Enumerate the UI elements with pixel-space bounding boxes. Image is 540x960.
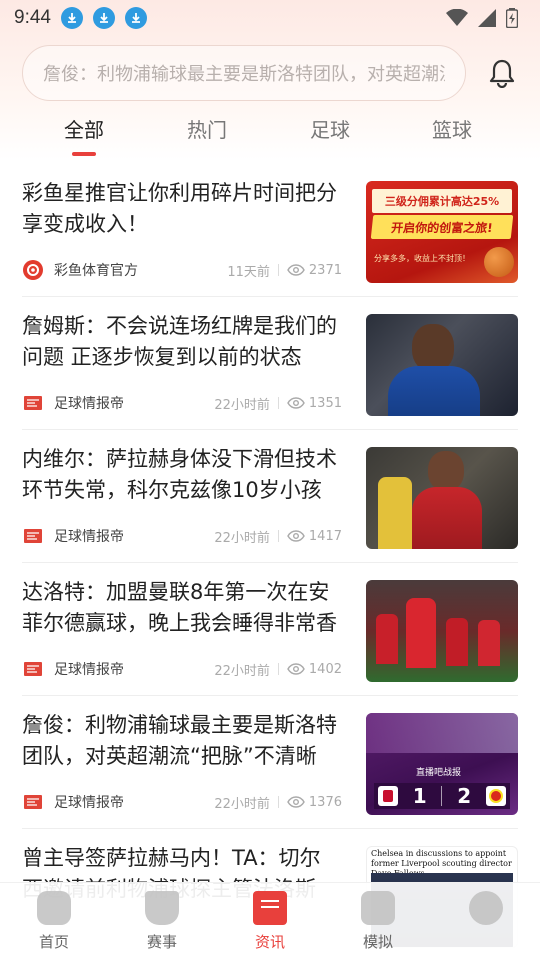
- news-thumbnail-photo: [366, 314, 518, 416]
- view-count-value: 1351: [308, 395, 342, 411]
- away-score: 2: [457, 784, 472, 808]
- source-name: 足球情报帝: [54, 396, 124, 412]
- source-logo-icon: [24, 662, 42, 676]
- news-title: 詹姆斯：不会说连场红牌是我们的问题 正逐步恢复到以前的状态: [22, 314, 337, 369]
- man-utd-crest-icon: [485, 786, 506, 806]
- news-thumbnail-promo: 三级分佣累计高达25% 开启你的创富之旅! 分享多多，收益上不封顶！: [366, 181, 518, 283]
- meta-divider: [277, 796, 279, 808]
- news-title: 内维尔：萨拉赫身体没下滑但技术环节失常，科尔克兹像10岁小孩: [22, 447, 337, 502]
- nav-news[interactable]: 资讯: [225, 891, 315, 952]
- news-item[interactable]: 詹姆斯：不会说连场红牌是我们的问题 正逐步恢复到以前的状态 足球情报帝 22小时…: [22, 297, 518, 430]
- source-name: 足球情报帝: [54, 795, 124, 811]
- view-count-value: 1376: [308, 794, 342, 810]
- news-item[interactable]: 达洛特：加盟曼联8年第一次在安菲尔德赢球，晚上我会睡得非常香 足球情报帝 22小…: [22, 563, 518, 696]
- news-meta: 足球情报帝 22小时前 1402: [22, 657, 342, 681]
- nav-label: 首页: [38, 933, 69, 951]
- status-time: 9:44: [14, 7, 51, 28]
- download-icon: [60, 7, 83, 29]
- nav-label: 资讯: [254, 933, 285, 951]
- view-count: 1402: [287, 662, 342, 677]
- nav-home[interactable]: 首页: [9, 891, 99, 952]
- news-meta: 足球情报帝 22小时前 1417: [22, 524, 342, 548]
- nav-label: 赛事: [146, 933, 177, 951]
- nav-label: 模拟: [362, 933, 393, 951]
- tab-basketball[interactable]: 篮球: [407, 114, 497, 143]
- news-item[interactable]: 詹俊：利物浦输球最主要是斯洛特团队，对英超潮流“把脉”不清晰 足球情报帝 22小…: [22, 696, 518, 829]
- meta-divider: [277, 530, 279, 542]
- news-thumbnail-photo: [366, 447, 518, 549]
- category-tabs: 全部 热门 足球 篮球: [0, 108, 540, 160]
- publish-time: 22小时前: [214, 663, 270, 679]
- tab-football[interactable]: 足球: [285, 114, 375, 143]
- home-score: 1: [412, 784, 427, 808]
- publish-time: 22小时前: [214, 796, 270, 812]
- eye-icon: [287, 530, 305, 542]
- profile-icon: [469, 891, 503, 925]
- eye-icon: [287, 397, 305, 409]
- bottom-nav: 首页 赛事 资讯 模拟: [0, 882, 540, 960]
- view-count: 1376: [287, 795, 342, 810]
- meta-divider: [277, 264, 279, 276]
- source-logo-icon: [24, 396, 42, 410]
- scoreboard-label: 直播吧战报: [416, 768, 462, 778]
- status-bar: 9:44: [0, 0, 540, 36]
- publish-time: 22小时前: [214, 530, 270, 546]
- notification-bell-icon[interactable]: [486, 57, 518, 89]
- promo-line-1: 三级分佣累计高达25%: [384, 195, 500, 208]
- home-icon: [37, 891, 71, 925]
- promo-line-3: 分享多多，收益上不封顶！: [374, 254, 470, 263]
- signal-icon: [478, 9, 496, 27]
- news-title: 达洛特：加盟曼联8年第一次在安菲尔德赢球，晚上我会睡得非常香: [22, 580, 337, 635]
- view-count-value: 1417: [308, 528, 342, 544]
- simulate-icon: [361, 891, 395, 925]
- nav-matches[interactable]: 赛事: [117, 891, 207, 952]
- liverpool-crest-icon: [378, 786, 398, 806]
- search-row: 詹俊：利物浦输球最主要是斯洛特团队，对英超潮流“把脉”不清晰: [22, 44, 518, 102]
- news-title: 彩鱼星推官让你利用碎片时间把分享变成收入！: [22, 181, 337, 236]
- view-count: 2371: [287, 263, 342, 278]
- tab-all[interactable]: 全部: [39, 114, 129, 143]
- score-divider: [441, 786, 443, 806]
- meta-divider: [277, 663, 279, 675]
- nav-profile[interactable]: [441, 891, 531, 931]
- publish-time: 22小时前: [214, 397, 270, 413]
- news-item[interactable]: 内维尔：萨拉赫身体没下滑但技术环节失常，科尔克兹像10岁小孩 足球情报帝 22小…: [22, 430, 518, 563]
- promo-line-2: 开启你的创富之旅!: [390, 220, 494, 235]
- battery-icon: [506, 8, 518, 28]
- source-logo-icon: [24, 529, 42, 543]
- news-meta: 彩鱼体育官方 11天前 2371: [22, 258, 342, 282]
- eye-icon: [287, 796, 305, 808]
- news-thumbnail-scoreboard: 直播吧战报 1 2: [366, 713, 518, 815]
- download-icon: [124, 7, 147, 29]
- news-thumbnail-photo: [366, 580, 518, 682]
- caiyu-logo-icon: [23, 260, 43, 280]
- basketball-icon: [484, 247, 514, 277]
- wifi-icon: [446, 9, 468, 26]
- meta-divider: [277, 397, 279, 409]
- news-meta: 足球情报帝 22小时前 1376: [22, 790, 342, 814]
- trophy-icon: [145, 891, 179, 925]
- view-count: 1351: [287, 396, 342, 411]
- source-logo-icon: [24, 795, 42, 809]
- active-tab-indicator: [72, 152, 96, 156]
- news-item[interactable]: 彩鱼星推官让你利用碎片时间把分享变成收入！ 彩鱼体育官方 11天前 2371 三…: [22, 164, 518, 297]
- source-name: 足球情报帝: [54, 662, 124, 678]
- view-count: 1417: [287, 529, 342, 544]
- news-meta: 足球情报帝 22小时前 1351: [22, 391, 342, 415]
- eye-icon: [287, 264, 305, 276]
- source-name: 足球情报帝: [54, 529, 124, 545]
- news-icon: [253, 891, 287, 925]
- search-input[interactable]: 詹俊：利物浦输球最主要是斯洛特团队，对英超潮流“把脉”不清晰: [22, 45, 466, 101]
- news-title: 詹俊：利物浦输球最主要是斯洛特团队，对英超潮流“把脉”不清晰: [22, 713, 337, 768]
- eye-icon: [287, 663, 305, 675]
- nav-simulate[interactable]: 模拟: [333, 891, 423, 952]
- view-count-value: 1402: [308, 661, 342, 677]
- tab-hot[interactable]: 热门: [162, 114, 252, 143]
- source-name: 彩鱼体育官方: [54, 263, 138, 279]
- search-placeholder: 詹俊：利物浦输球最主要是斯洛特团队，对英超潮流“把脉”不清晰: [43, 64, 445, 85]
- publish-time: 11天前: [227, 264, 270, 280]
- download-icon: [92, 7, 115, 29]
- view-count-value: 2371: [308, 262, 342, 278]
